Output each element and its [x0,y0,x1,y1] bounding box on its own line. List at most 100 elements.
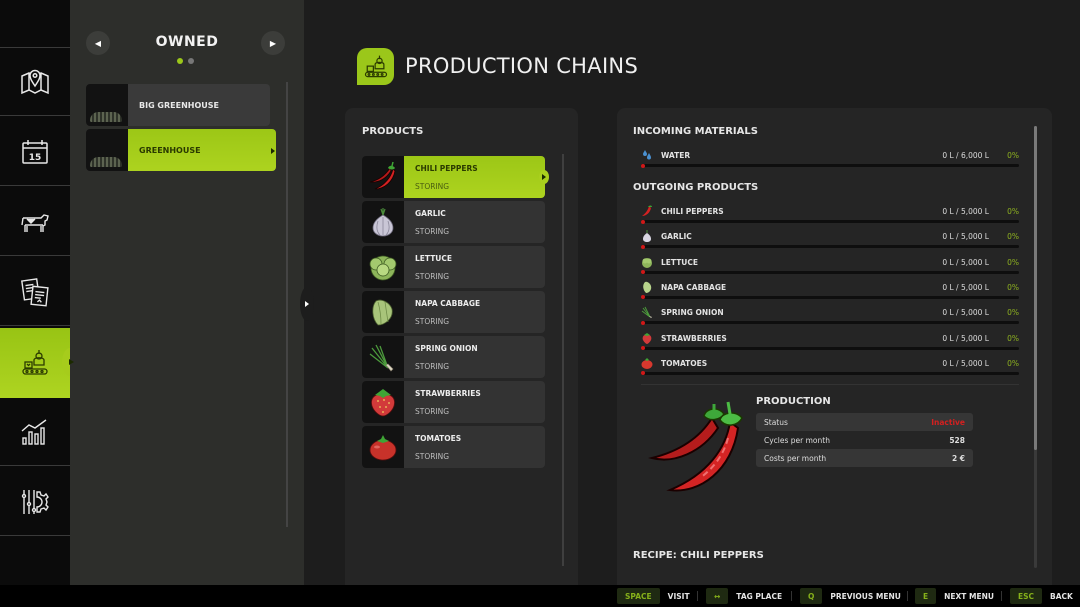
product-item-tomatoes[interactable]: TOMATOES STORING [362,426,545,468]
owned-scrollbar[interactable] [286,82,288,527]
product-item-chili-peppers[interactable]: CHILI PEPPERS STORING [362,156,549,198]
stat-value: 2 € [951,453,965,463]
page-dot-2[interactable] [188,58,194,64]
hint-separator [1001,591,1002,601]
stat-value: 528 [949,435,965,445]
product-amount: 0 L / 5,000 L [942,207,989,216]
garlic-icon [372,208,394,237]
product-status: STORING [415,271,450,281]
hint-next-menu[interactable]: E NEXT MENU [915,588,994,604]
product-percent: 0% [1007,257,1019,267]
incoming-row-water: WATER 0 L / 6,000 L 0% [641,149,1019,169]
nav-tab-production[interactable] [0,328,78,398]
hint-label: PREVIOUS MENU [830,591,901,601]
fill-level [641,244,645,249]
hint-previous-menu[interactable]: Q PREVIOUS MENU [800,588,901,604]
product-name: LETTUCE [661,257,699,267]
nav-tab-contracts[interactable] [0,258,70,326]
fill-level [641,270,645,275]
nav-tab-statistics[interactable] [0,398,70,466]
fill-level-bar [641,244,1019,249]
details-scrollbar-thumb[interactable] [1034,126,1037,450]
production-icon [22,350,48,375]
product-name: GARLIC [661,232,692,242]
nav-tab-settings[interactable] [0,468,70,536]
product-name: STRAWBERRIES [661,333,727,343]
production-chains-icon [357,48,394,85]
fill-level [641,219,645,224]
product-name: SPRING ONION [661,308,724,318]
hint-separator [907,591,908,601]
product-percent: 0% [1007,232,1019,242]
chili-icon [642,205,652,216]
product-name: SPRING ONION [415,343,478,353]
arrow-right-icon: ▶ [269,38,277,48]
key-q: Q [800,588,823,604]
recipe-title: RECIPE: CHILI PEPPERS [633,550,764,561]
nav-tab-map[interactable] [0,48,70,116]
fill-level-bar [641,219,1019,224]
outgoing-row-napa-cabbage: NAPA CABBAGE 0 L / 5,000 L 0% [641,281,1019,301]
stat-label: Status [764,417,788,427]
incoming-materials-title: INCOMING MATERIALS [633,126,758,137]
page-dot-1[interactable] [177,58,183,64]
documents-icon [21,277,49,307]
owned-item-big-greenhouse[interactable]: BIG GREENHOUSE [86,84,270,126]
chart-icon [21,418,47,445]
product-percent: 0% [1007,358,1019,368]
products-scrollbar[interactable] [562,154,564,566]
outgoing-products-title: OUTGOING PRODUCTS [633,182,759,193]
page-indicator [177,58,194,64]
next-category-button[interactable]: ▶ [261,31,285,55]
fill-level [641,320,645,325]
owned-item-greenhouse[interactable]: GREENHOUSE [86,129,276,171]
water-icon [643,150,651,160]
chili-icon [369,161,396,190]
product-status: STORING [415,316,450,326]
product-item-napa-cabbage[interactable]: NAPA CABBAGE STORING [362,291,545,333]
calendar-icon: 15 [22,139,48,164]
outgoing-row-spring-onion: SPRING ONION 0 L / 5,000 L 0% [641,306,1019,326]
product-percent: 0% [1007,333,1019,343]
product-status: STORING [415,181,450,191]
hint-back[interactable]: ESC BACK [1010,588,1073,604]
hint-label: VISIT [667,591,690,601]
lettuce-icon [642,257,652,268]
outgoing-row-lettuce: LETTUCE 0 L / 5,000 L 0% [641,256,1019,276]
product-percent: 0% [1007,207,1019,216]
stat-cycles-per-month: Cycles per month 528 [756,431,973,449]
stat-label: Costs per month [764,453,827,463]
hint-visit[interactable]: SPACE VISIT [617,588,690,604]
garlic-icon [643,230,651,243]
fill-level-bar [641,295,1019,300]
details-scrollbar[interactable] [1034,126,1037,568]
product-status: STORING [415,451,450,461]
production-title: PRODUCTION [756,396,831,407]
product-name: TOMATOES [661,358,708,368]
hint-separator [791,591,792,601]
key-arrows: ↔ [706,588,729,604]
outgoing-row-garlic: GARLIC 0 L / 5,000 L 0% [641,230,1019,250]
nav-tab-calendar[interactable]: 15 [0,118,70,186]
product-item-spring-onion[interactable]: SPRING ONION STORING [362,336,545,378]
details-panel: INCOMING MATERIALS WATER 0 L / 6,000 L 0… [617,108,1052,588]
product-item-strawberries[interactable]: STRAWBERRIES STORING [362,381,545,423]
product-amount: 0 L / 5,000 L [942,308,989,318]
status-badge: Inactive [931,417,965,427]
product-name: LETTUCE [415,253,453,263]
lettuce-icon [369,255,397,281]
collapse-panel-toggle[interactable] [300,287,314,321]
key-e: E [915,588,937,604]
hint-tag-place[interactable]: ↔ TAG PLACE [706,588,782,604]
main-nav-rail: 15 [0,0,78,585]
material-name: WATER [661,151,691,160]
fill-level [641,163,645,168]
section-divider [641,384,1019,385]
fill-level-bar [641,320,1019,325]
fill-level-bar [641,371,1019,376]
nav-tab-animals[interactable] [0,188,70,256]
product-item-garlic[interactable]: GARLIC STORING [362,201,545,243]
product-amount: 0 L / 5,000 L [942,333,989,343]
chili-pepper-illustration [648,401,743,492]
product-item-lettuce[interactable]: LETTUCE STORING [362,246,545,288]
